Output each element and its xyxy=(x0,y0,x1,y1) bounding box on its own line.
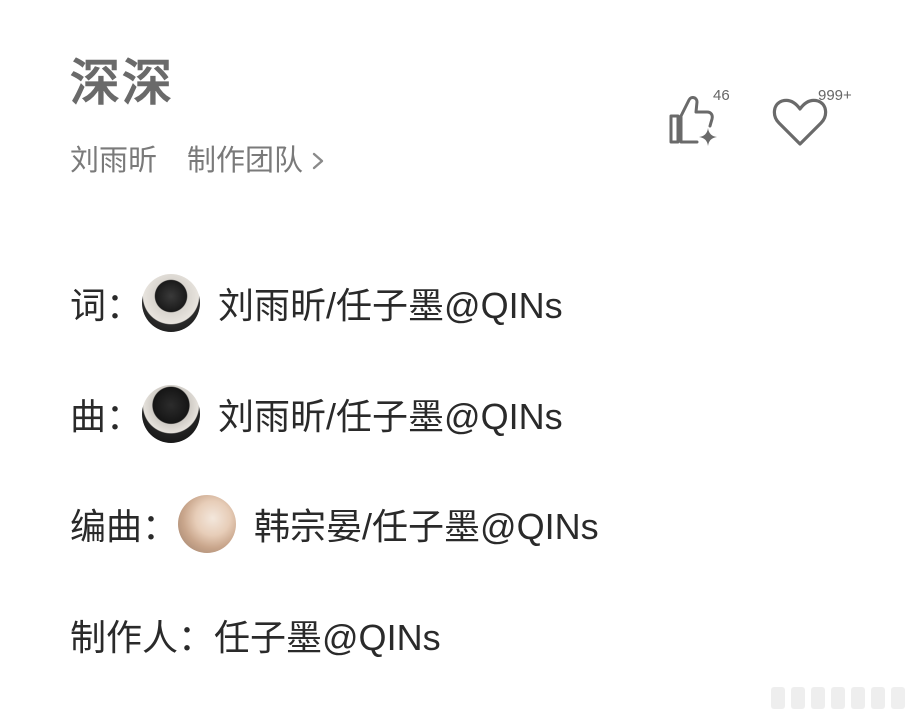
production-team-link[interactable]: 制作团队 xyxy=(187,146,325,175)
avatar[interactable] xyxy=(142,385,201,443)
credit-names[interactable]: 刘雨昕/任子墨@QINs xyxy=(218,388,563,440)
credit-row-composer: 曲： 刘雨昕/任子墨@QINs xyxy=(70,383,563,445)
song-title: 深深 xyxy=(70,54,174,112)
credit-role: 曲： xyxy=(70,397,143,438)
credit-role: 词： xyxy=(70,286,143,327)
production-team-label: 制作团队 xyxy=(187,143,304,177)
avatar[interactable] xyxy=(142,274,201,332)
song-meta: 刘雨昕 制作团队 xyxy=(70,146,325,175)
watermark xyxy=(771,687,905,709)
artist-name[interactable]: 刘雨昕 xyxy=(70,146,157,175)
credit-names[interactable]: 任子墨@QINs xyxy=(214,609,441,661)
credit-row-lyrics: 词： 刘雨昕/任子墨@QINs xyxy=(70,272,563,334)
credit-role: 制作人： xyxy=(70,618,215,659)
credit-names[interactable]: 刘雨昕/任子墨@QINs xyxy=(218,277,563,329)
chevron-right-icon xyxy=(312,152,324,169)
credit-row-producer: 制作人： 任子墨@QINs xyxy=(70,604,441,666)
credit-role: 编曲： xyxy=(70,507,179,548)
avatar[interactable] xyxy=(178,495,237,553)
credit-row-arranger: 编曲： 韩宗晏/任子墨@QINs xyxy=(70,493,599,555)
song-actions: 46 999+ xyxy=(665,88,875,158)
credit-names[interactable]: 韩宗晏/任子墨@QINs xyxy=(254,498,599,550)
like-count: 46 xyxy=(713,87,730,104)
favorite-count: 999+ xyxy=(818,87,852,104)
